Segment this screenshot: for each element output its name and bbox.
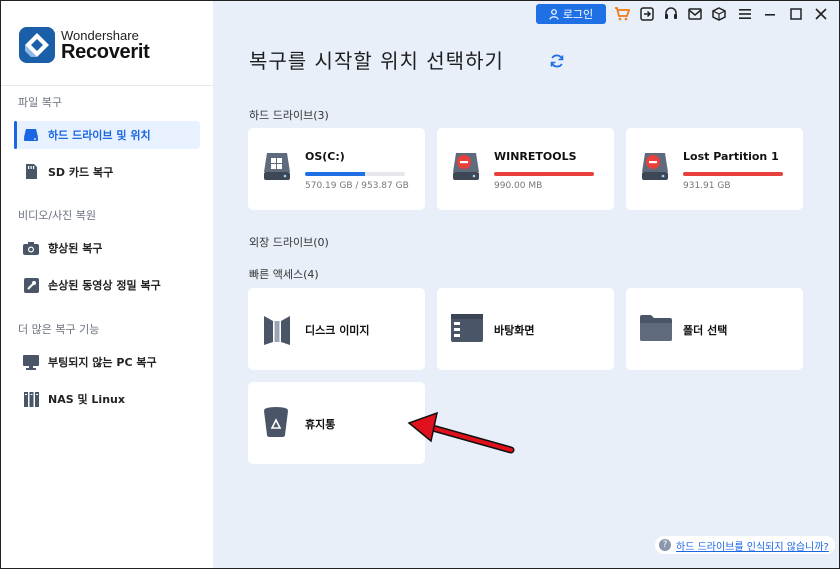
- maximize-icon[interactable]: [788, 6, 804, 22]
- drive-card-winretools[interactable]: WINRETOOLS 990.00 MB: [437, 128, 614, 210]
- help-link[interactable]: ? 하드 드라이브를 인식되지 않습니까?: [655, 536, 835, 554]
- quick-card-label: 폴더 선택: [683, 324, 728, 337]
- disk-image-icon: [262, 314, 292, 346]
- user-icon: [549, 8, 559, 20]
- quick-card-disk-image[interactable]: 디스크 이미지: [248, 288, 425, 370]
- sidebar-item-label: 손상된 동영상 정밀 복구: [48, 279, 161, 292]
- sidebar-item-unbootable-pc[interactable]: 부팅되지 않는 PC 복구: [14, 348, 200, 376]
- quick-card-folder[interactable]: 폴더 선택: [626, 288, 803, 370]
- cube-icon[interactable]: [711, 6, 727, 22]
- help-icon: ?: [659, 539, 671, 551]
- help-text: 하드 드라이브를 인식되지 않습니까?: [676, 541, 829, 553]
- app-logo: Wondershare Recoverit: [19, 27, 199, 67]
- app-window: Wondershare Recoverit 파일 복구 하드 드라이브 및 위치…: [0, 0, 840, 569]
- drive-name: WINRETOOLS: [494, 150, 577, 163]
- drive-card-lost-partition[interactable]: Lost Partition 1 931.91 GB: [626, 128, 803, 210]
- section-video-photo: 비디오/사진 복원: [18, 209, 97, 222]
- external-drives-label: 외장 드라이브(0): [249, 236, 329, 249]
- drive-size: 990.00 MB: [494, 181, 543, 191]
- close-icon[interactable]: [813, 6, 829, 22]
- drive-card-os[interactable]: OS(C:) 570.19 GB / 953.87 GB: [248, 128, 425, 210]
- quick-card-desktop[interactable]: 바탕화면: [437, 288, 614, 370]
- quick-access-label: 빠른 액세스(4): [249, 268, 319, 281]
- section-file-recovery: 파일 복구: [18, 96, 62, 109]
- quick-card-label: 휴지통: [305, 418, 336, 431]
- quick-card-label: 디스크 이미지: [305, 324, 370, 337]
- recoverit-logo-icon: [19, 27, 55, 63]
- video-repair-icon: [23, 277, 39, 293]
- cart-icon[interactable]: [614, 6, 630, 22]
- drive-size: 931.91 GB: [683, 181, 731, 191]
- windows-drive-icon: [262, 150, 292, 182]
- page-title: 복구를 시작할 위치 선택하기: [249, 49, 504, 73]
- hard-drives-label: 하드 드라이브(3): [249, 109, 329, 122]
- drive-usage-bar: [305, 172, 405, 176]
- login-button[interactable]: 로그인: [536, 4, 606, 24]
- sidebar-item-label: 하드 드라이브 및 위치: [48, 129, 151, 142]
- drive-usage-fill: [305, 172, 365, 176]
- active-indicator: [14, 121, 17, 149]
- main-panel: 로그인 복구를 시작할 위치 선택하기 하드 드라이브(3) OS(C:) 57…: [213, 1, 839, 568]
- sidebar-item-label: NAS 및 Linux: [48, 393, 125, 406]
- sidebar-divider: [1, 85, 213, 86]
- mail-icon[interactable]: [687, 6, 703, 22]
- sidebar-item-sd-card[interactable]: SD 카드 복구: [14, 158, 200, 186]
- sidebar-item-label: SD 카드 복구: [48, 166, 114, 179]
- drive-name: Lost Partition 1: [683, 150, 779, 163]
- folder-icon: [640, 314, 672, 346]
- drive-name: OS(C:): [305, 150, 345, 163]
- camera-icon: [23, 240, 39, 256]
- hard-drive-icon: [23, 127, 39, 143]
- section-more-features: 더 많은 복구 기능: [18, 323, 100, 336]
- recycle-bin-icon: [262, 406, 292, 438]
- quick-card-label: 바탕화면: [494, 324, 535, 337]
- error-drive-icon: [640, 150, 670, 182]
- sd-card-icon: [23, 164, 39, 180]
- sign-in-icon[interactable]: [639, 6, 655, 22]
- sidebar-item-enhanced[interactable]: 향상된 복구: [14, 234, 200, 262]
- minimize-icon[interactable]: [762, 6, 778, 22]
- quick-card-recycle-bin[interactable]: 휴지통: [248, 382, 425, 464]
- product-name: Recoverit: [61, 41, 150, 63]
- sidebar-item-label: 향상된 복구: [48, 242, 103, 255]
- refresh-icon[interactable]: [549, 53, 565, 69]
- drive-usage-bar: [494, 172, 594, 176]
- desktop-icon: [451, 314, 483, 346]
- nas-icon: [23, 391, 39, 407]
- monitor-icon: [23, 354, 39, 370]
- sidebar-item-nas-linux[interactable]: NAS 및 Linux: [14, 385, 200, 413]
- drive-size: 570.19 GB / 953.87 GB: [305, 181, 409, 191]
- drive-usage-fill: [494, 172, 594, 176]
- headset-icon[interactable]: [663, 6, 679, 22]
- sidebar-item-video-repair[interactable]: 손상된 동영상 정밀 복구: [14, 271, 200, 299]
- sidebar-item-hard-drive[interactable]: 하드 드라이브 및 위치: [14, 121, 200, 149]
- sidebar: Wondershare Recoverit 파일 복구 하드 드라이브 및 위치…: [1, 1, 213, 568]
- menu-icon[interactable]: [737, 6, 753, 22]
- login-label: 로그인: [562, 8, 594, 21]
- sidebar-item-label: 부팅되지 않는 PC 복구: [48, 356, 157, 369]
- error-drive-icon: [451, 150, 481, 182]
- drive-usage-bar: [683, 172, 783, 176]
- drive-usage-fill: [683, 172, 783, 176]
